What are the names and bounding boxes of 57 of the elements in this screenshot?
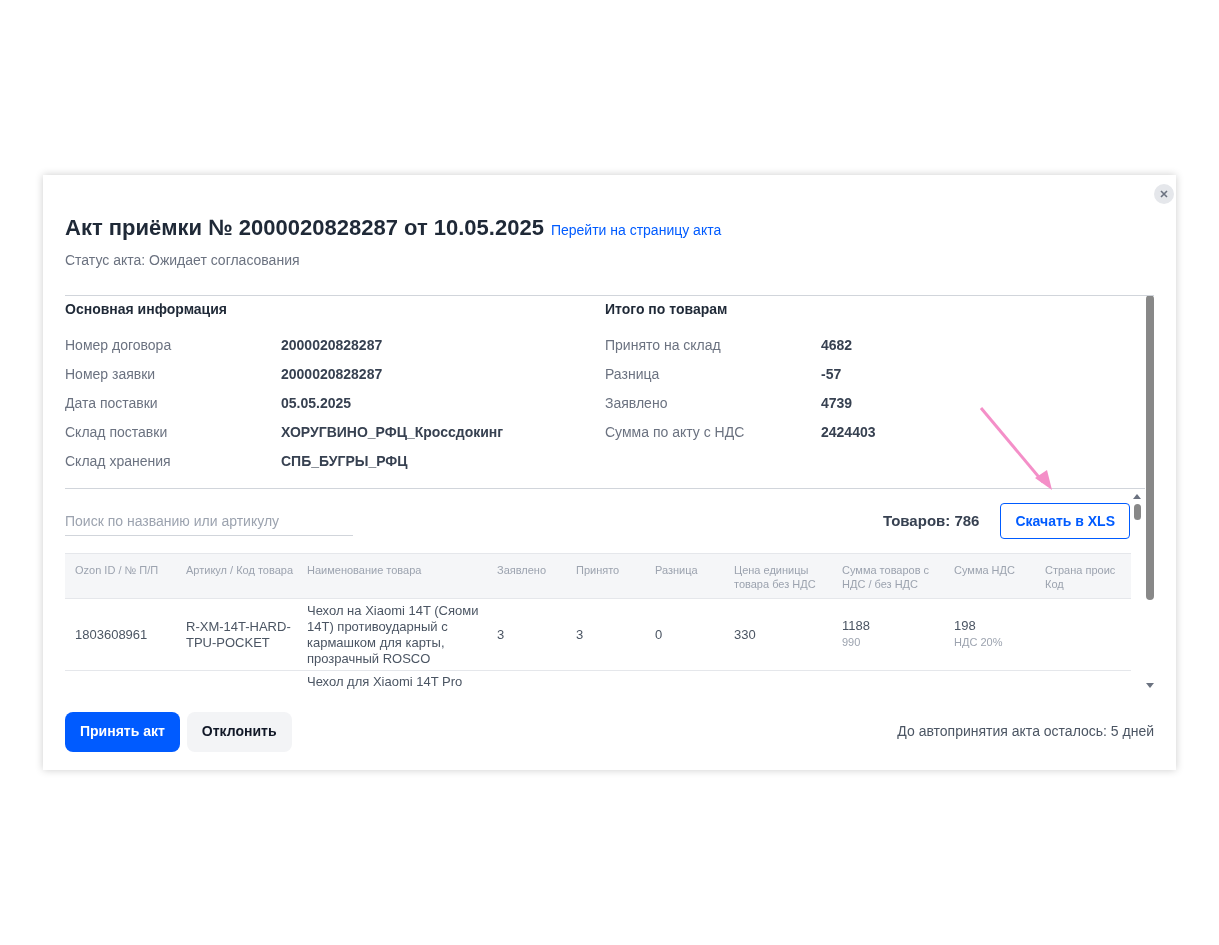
table-cell-text: 1803608961	[75, 626, 149, 643]
field-label: Принято на склад	[605, 336, 722, 355]
field-label: Номер договора	[65, 336, 173, 355]
column-header: Сумма товаров с НДС / без НДС	[841, 563, 931, 592]
field-label: Склад хранения	[65, 452, 172, 471]
field-value: 05.05.2025	[281, 394, 352, 413]
act-status: Статус акта: Ожидает согласования	[65, 251, 301, 270]
table-cell-text: 330	[734, 626, 757, 643]
table-cell-text: R-XM-14T-HARD-TPU-POCKET	[186, 618, 292, 651]
column-header: Артикул / Код товара	[185, 563, 295, 578]
column-header: Страна проис Код	[1044, 563, 1117, 592]
field-label: Разница	[605, 365, 661, 384]
column-header: Разница	[654, 563, 699, 578]
product-count: Товаров: 786	[882, 510, 980, 531]
column-header: Сумма НДС	[953, 563, 1016, 578]
column-header: Заявлено	[496, 563, 548, 578]
close-button[interactable]	[1154, 184, 1174, 204]
table-cell-text: 3	[497, 626, 506, 643]
field-label: Склад поставки	[65, 423, 169, 442]
column-header: Наименование товара	[306, 563, 423, 578]
dialog-title: Акт приёмки № 2000020828287 от 10.05.2025	[65, 214, 544, 242]
scroll-up-icon[interactable]	[1133, 494, 1141, 499]
table-cell-text: Чехол на Xiaomi 14T (Сяоми 14T) противоударный с кармашком для карты, прозрачный ROSCO	[307, 602, 480, 667]
field-label: Номер заявки	[65, 365, 157, 384]
column-header: Принято	[575, 563, 621, 578]
reject-button[interactable]: Отклонить	[186, 712, 292, 752]
field-label: Заявлено	[605, 394, 669, 413]
field-value: 2000020828287	[281, 365, 383, 384]
download-button[interactable]: Скачать в XLS	[1000, 503, 1130, 539]
section-heading: Итого по товарам	[605, 300, 729, 319]
field-value: СПБ_БУГРЫ_РФЦ	[281, 452, 408, 471]
field-label: Дата поставки	[65, 394, 159, 413]
section-heading: Основная информация	[65, 300, 228, 319]
field-value: 2000020828287	[281, 336, 383, 355]
column-header: Ozon ID / № П/П	[74, 563, 160, 578]
field-value: 4739	[821, 394, 853, 413]
table-cell-text: 3	[576, 626, 585, 643]
table-cell-text: Чехол для Xiaomi 14T Pro	[307, 674, 464, 690]
table-cell-text: 0	[655, 626, 664, 643]
auto-accept-note: До автопринятия акта осталось: 5 дней	[897, 722, 1154, 742]
cell-subtext: 990	[842, 635, 862, 651]
table-cell-text: 1188	[842, 618, 871, 635]
table-cell-text: 198	[954, 618, 977, 635]
act-page-link[interactable]: Перейти на страницу акта	[550, 220, 722, 241]
scrollbar-thumb[interactable]	[1133, 504, 1141, 520]
field-value: ХОРУГВИНО_РФЦ_Кроссдокинг	[281, 423, 504, 442]
cell-subtext: НДС 20%	[954, 635, 1004, 651]
field-label: Сумма по акту с НДС	[605, 423, 746, 442]
accept-button[interactable]: Принять акт	[65, 712, 180, 752]
field-value: 4682	[821, 336, 853, 355]
scroll-down-icon[interactable]	[1145, 682, 1154, 688]
scrollbar-thumb[interactable]	[1145, 296, 1154, 600]
field-value: 2424403	[821, 423, 876, 442]
column-header: Цена единицы товара без НДС	[733, 563, 817, 592]
search-field[interactable]: Поиск по названию или артикулу	[65, 506, 353, 536]
close-icon	[1160, 190, 1168, 198]
field-value: -57	[821, 365, 842, 384]
